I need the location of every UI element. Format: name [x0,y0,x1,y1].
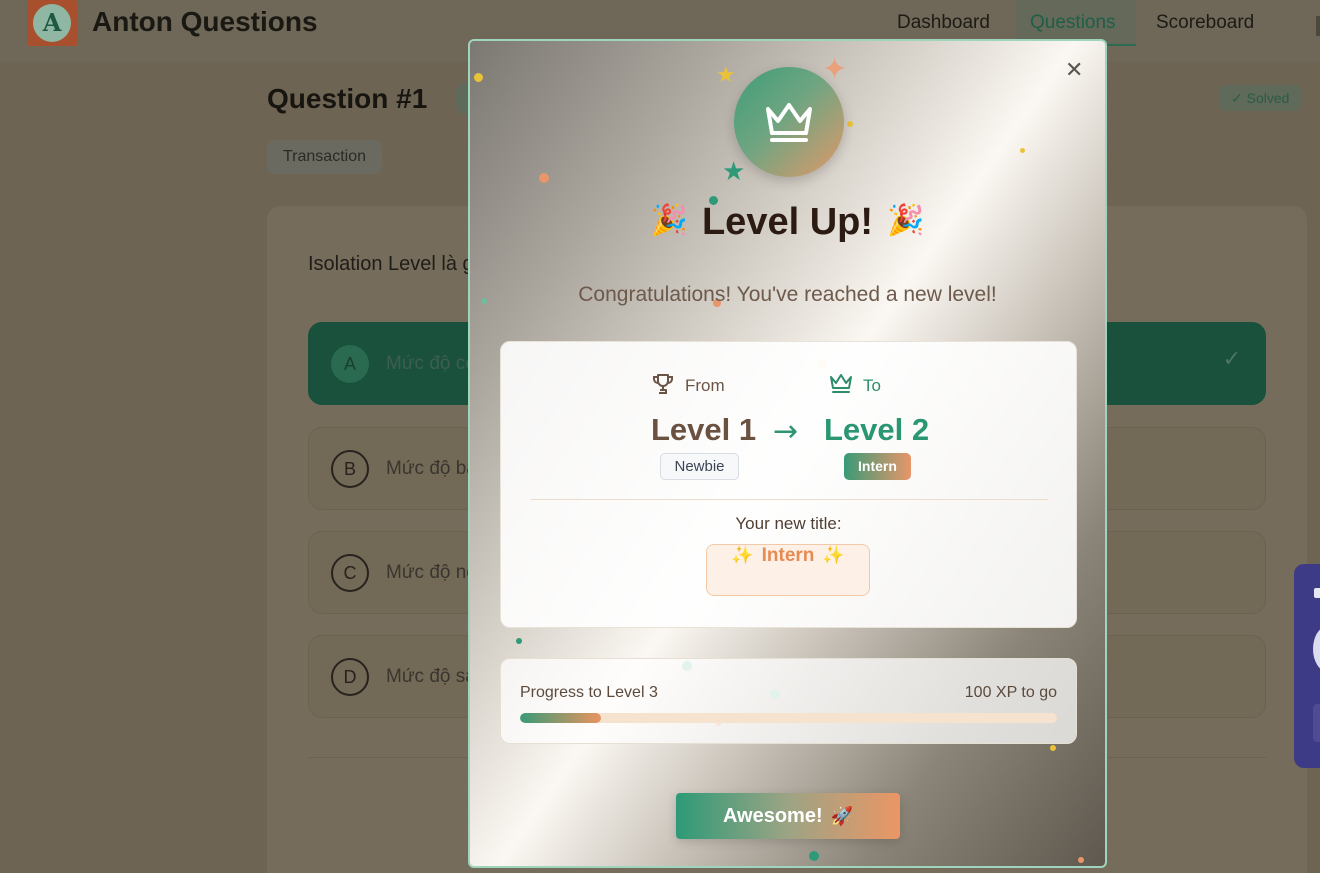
confetti-dot [1020,148,1025,153]
to-title-badge: Intern [844,453,911,480]
to-label: To [863,376,881,395]
confetti-dot [809,851,819,861]
party-popper-icon: 🎉 [650,203,688,238]
awesome-button[interactable]: Awesome! 🚀 [676,793,900,839]
nav-scoreboard[interactable]: Scoreboard [1156,12,1254,34]
new-title-label: Your new title: [735,514,842,533]
app-title[interactable]: Anton Questions [92,6,318,38]
xp-remaining: 100 XP to go [964,684,1057,701]
option-letter: B [331,450,369,488]
new-title-text: Intern [761,545,815,566]
level-up-modal: ✕ ★ ✦ ★ 🎉 Level Up! 🎉 Congratulations! You… [468,39,1107,868]
new-title-pill: ✨ Intern ✨ [706,544,870,596]
congrats-message: Congratulations! You've reached a new le… [578,283,997,306]
crown-icon [830,374,852,393]
from-level: Level 1 [651,412,757,447]
logo-letter: A [33,4,71,42]
confetti-dot [847,121,853,127]
widget-button[interactable] [1313,704,1320,742]
awesome-button-label: Awesome! [722,804,823,827]
nav-questions[interactable]: Questions [1030,12,1116,34]
from-title-badge: Newbie [660,453,739,480]
panel-divider [531,499,1048,500]
confetti-star: ★ [722,157,746,187]
question-text: Isolation Level là gì? [308,253,491,275]
level-up-text: Level Up! [701,201,874,243]
widget-icon [1314,588,1320,598]
to-level: Level 2 [824,412,930,447]
level-change-panel: From To Level 1 → Level 2 Newbie Intern … [500,341,1077,628]
crown-icon [766,103,812,142]
confetti-dot [1050,745,1056,751]
sparkles-icon: ✨ [822,545,845,566]
progress-track [520,713,1057,723]
progress-fill [520,713,601,723]
confetti-star: ★ [716,63,736,88]
topic-tag[interactable]: Transaction [267,140,382,174]
app-logo[interactable]: A [27,0,77,46]
check-icon: ✓ [1222,347,1241,372]
option-letter: A [331,345,369,383]
party-popper-icon: 🎉 [887,203,925,238]
arrow-right-icon: → [773,414,799,449]
widget-avatar [1313,626,1320,672]
side-chat-widget[interactable] [1294,564,1320,768]
progress-panel: Progress to Level 3 100 XP to go [500,658,1077,744]
level-up-heading: 🎉 Level Up! 🎉 [470,201,1105,244]
confetti-dot [474,73,483,82]
confetti-dot [1078,857,1084,863]
question-title: Question #1 [267,83,428,114]
option-letter: C [331,554,369,592]
nav-dashboard[interactable]: Dashboard [897,12,990,34]
progress-label: Progress to Level 3 [520,684,658,701]
rocket-icon: 🚀 [830,805,854,827]
confetti-dot [539,173,549,183]
confetti-dot [516,638,522,644]
trophy-icon [653,374,673,394]
solved-badge: ✓ Solved [1219,85,1302,111]
from-label: From [685,376,725,395]
sparkles-icon: ✨ [731,545,754,566]
crown-badge [734,67,844,177]
option-letter: D [331,658,369,696]
nav-overflow-icon[interactable] [1316,16,1320,36]
close-icon[interactable]: ✕ [1065,58,1083,83]
